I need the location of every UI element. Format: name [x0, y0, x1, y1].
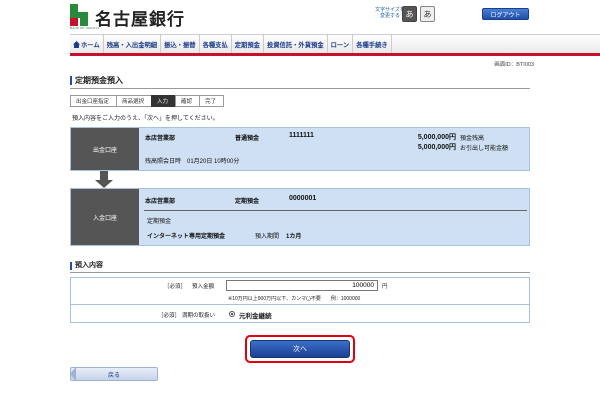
page-title: 定期預金預入	[70, 76, 123, 85]
product-name: インターネット専用定期預金	[147, 234, 226, 240]
font-size-small-button[interactable]: あ	[402, 6, 417, 22]
term-value: 1カ月	[286, 234, 302, 240]
term-label: 預入期間	[255, 234, 280, 240]
logout-button[interactable]: ログアウト	[482, 8, 529, 20]
deposit-divider	[144, 210, 527, 211]
withdraw-balance: 5,000,000円	[417, 134, 456, 141]
amount-unit: 円	[382, 284, 388, 290]
down-arrow-head	[95, 180, 113, 188]
step-complete: 完了	[199, 95, 225, 107]
withdraw-account-number: 1111111	[289, 132, 314, 139]
instruction-text: 預入内容をご入力のうえ、「次へ」を押してください。	[72, 116, 219, 122]
deposit-branch: 本店営業部	[145, 199, 176, 205]
section-title-deposit-details: 預入内容	[70, 262, 103, 270]
amount-label: 預入金額	[192, 284, 215, 290]
step-input: 入力	[151, 95, 177, 107]
maturity-required-badge: ［必須］	[158, 313, 181, 319]
nav-investment[interactable]: 投資信託・外貨預金	[264, 35, 328, 53]
header: BANK OF NAGOYA 名古屋銀行 文字サイズを変更する あ あ ログアウ…	[0, 0, 600, 34]
amount-note: ※10万円以上900万円以下、カンマ(,)不要 例：1000000	[228, 296, 361, 302]
withdraw-account-label: 出金口座	[71, 128, 139, 170]
withdraw-account-type: 普通預金	[235, 136, 260, 142]
nav-transfer[interactable]: 振込・振替	[161, 35, 200, 53]
withdraw-available-label: お引出し可能金額	[460, 146, 509, 152]
section-divider	[70, 272, 530, 273]
amount-required-badge: ［必須］	[164, 284, 187, 290]
screen-id: 画面ID：BTI003	[494, 62, 534, 68]
font-size-large-button[interactable]: あ	[420, 6, 435, 22]
nav-home-label: ホーム	[81, 41, 100, 49]
deposit-account-label: 入金口座	[71, 189, 139, 245]
title-divider	[70, 88, 530, 89]
withdraw-available: 5,000,000円	[417, 144, 456, 151]
step-select-product: 商品選択	[116, 95, 153, 107]
bank-name: 名古屋銀行	[95, 10, 185, 29]
main-nav: ホーム 残高・入出金明細 振込・振替 各種支払 定期預金 投資信託・外貨預金 ロ…	[70, 34, 600, 56]
progress-steps: 出金口座指定 商品選択 入力 確認 完了	[70, 95, 225, 107]
nav-payments[interactable]: 各種支払	[200, 35, 232, 53]
deposit-account-number: 0000001	[289, 195, 317, 202]
step-confirm: 確認	[175, 95, 201, 107]
bank-logo-icon	[70, 4, 88, 26]
amount-input[interactable]	[226, 280, 378, 291]
deposit-account-type: 定期預金	[235, 199, 260, 205]
maturity-radio[interactable]	[229, 311, 235, 317]
balance-inquiry-datetime: 残高照会日時 01月20日 10時00分	[145, 159, 240, 165]
step-select-account: 出金口座指定	[70, 95, 118, 107]
next-button[interactable]: 次へ	[250, 340, 350, 358]
withdraw-balance-label: 預金残高	[460, 136, 485, 142]
nav-procedures[interactable]: 各種手続き	[353, 35, 392, 53]
withdraw-branch: 本店営業部	[145, 136, 176, 142]
nav-time-deposit[interactable]: 定期預金	[232, 35, 264, 53]
home-icon	[73, 40, 80, 48]
maturity-label: 満期の取扱い	[182, 313, 216, 319]
nav-loan[interactable]: ローン	[328, 35, 354, 53]
nav-balance[interactable]: 残高・入出金明細	[104, 35, 162, 53]
back-button[interactable]: 戻る	[70, 367, 158, 381]
down-arrow-icon	[100, 171, 108, 180]
nav-home[interactable]: ホーム	[70, 35, 104, 53]
product-category: 定期預金	[147, 219, 172, 225]
maturity-option-label[interactable]: 元利金継続	[239, 310, 272, 320]
